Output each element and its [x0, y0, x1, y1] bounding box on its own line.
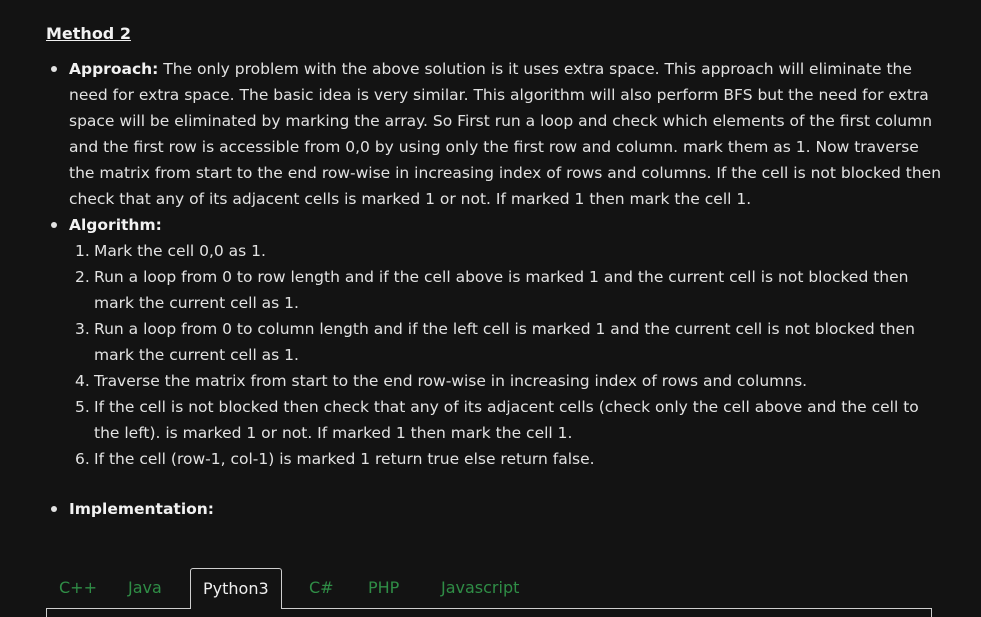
algorithm-label: Algorithm: [69, 216, 162, 234]
tab-cpp[interactable]: C++ [59, 568, 97, 608]
step-number: 3. [75, 320, 90, 338]
implementation-item: Implementation: [46, 496, 946, 522]
step-text: If the cell (row-1, col-1) is marked 1 r… [94, 450, 595, 468]
article-content: Method 2 Approach: The only problem with… [46, 22, 946, 522]
approach-text: The only problem with the above solution… [69, 60, 942, 208]
step-number: 1. [75, 242, 90, 260]
algorithm-item: Algorithm: 1. Mark the cell 0,0 as 1. 2. R… [46, 212, 946, 472]
tab-python3[interactable]: Python3 [190, 568, 282, 609]
approach-item: Approach: The only problem with the abov… [46, 56, 946, 212]
algorithm-step: 2. Run a loop from 0 to row length and if… [69, 264, 946, 316]
step-number: 5. [75, 398, 90, 416]
step-text: Traverse the matrix from start to the en… [94, 372, 808, 390]
approach-label: Approach: [69, 60, 159, 78]
step-text: If the cell is not blocked then check th… [94, 398, 919, 442]
algorithm-step: 6. If the cell (row-1, col-1) is marked 1… [69, 446, 946, 472]
algorithm-steps: 1. Mark the cell 0,0 as 1. 2. Run a loop f… [69, 238, 946, 472]
tab-csharp[interactable]: C# [309, 568, 334, 608]
method-bullets: Approach: The only problem with the abov… [46, 56, 946, 472]
algorithm-step: 1. Mark the cell 0,0 as 1. [69, 238, 946, 264]
method-heading: Method 2 [46, 24, 131, 43]
algorithm-step: 5. If the cell is not blocked then check … [69, 394, 946, 446]
step-number: 6. [75, 450, 90, 468]
tab-java[interactable]: Java [128, 568, 162, 608]
tab-javascript[interactable]: Javascript [441, 568, 519, 608]
step-number: 2. [75, 268, 90, 286]
tab-php[interactable]: PHP [368, 568, 399, 608]
step-text: Run a loop from 0 to column length and i… [94, 320, 915, 364]
algorithm-step: 4. Traverse the matrix from start to the … [69, 368, 946, 394]
implementation-bullets: Implementation: [46, 496, 946, 522]
implementation-label: Implementation: [69, 500, 215, 518]
step-text: Run a loop from 0 to row length and if t… [94, 268, 909, 312]
code-panel [46, 608, 932, 617]
step-number: 4. [75, 372, 90, 390]
algorithm-step: 3. Run a loop from 0 to column length and… [69, 316, 946, 368]
step-text: Mark the cell 0,0 as 1. [94, 242, 266, 260]
